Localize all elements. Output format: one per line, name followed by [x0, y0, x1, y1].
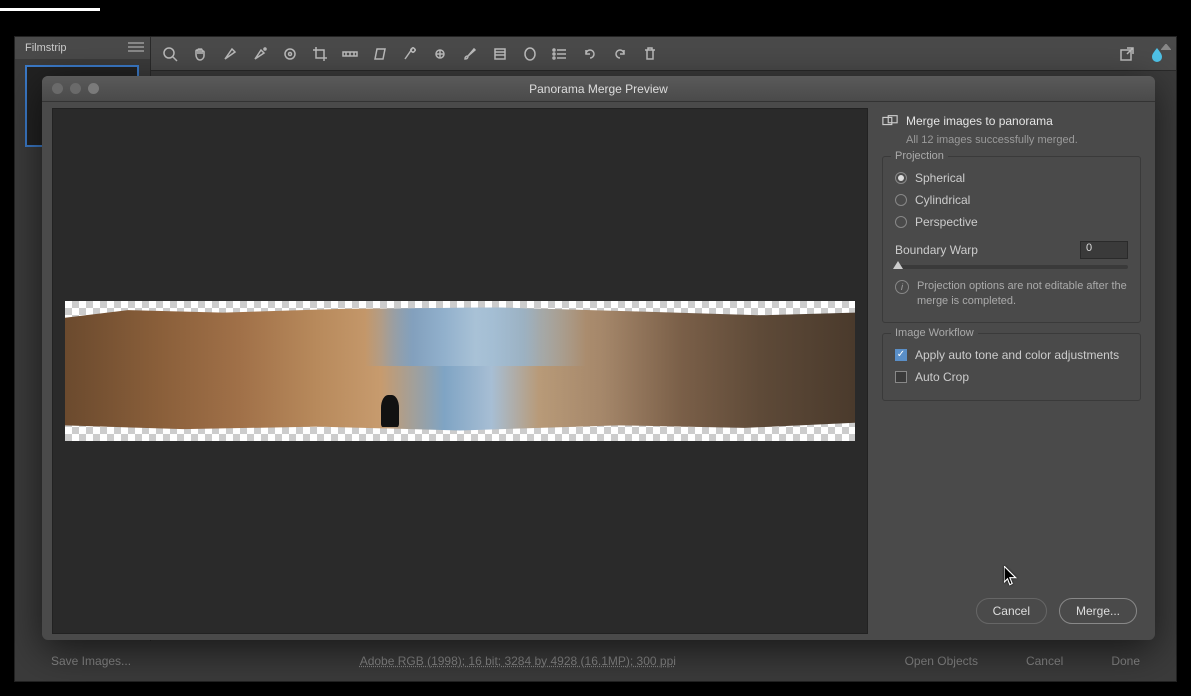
checkbox-icon: [895, 349, 907, 361]
hand-icon[interactable]: [191, 45, 209, 63]
radio-icon: [895, 216, 907, 228]
info-icon: i: [895, 280, 909, 294]
done-button[interactable]: Done: [1099, 648, 1152, 674]
white-balance-icon[interactable]: [221, 45, 239, 63]
projection-spherical[interactable]: Spherical: [895, 167, 1128, 189]
checkbox-icon: [895, 371, 907, 383]
radio-icon: [895, 172, 907, 184]
straighten-icon[interactable]: [341, 45, 359, 63]
radial-filter-icon[interactable]: [521, 45, 539, 63]
merge-options-panel: Merge images to panorama All 12 images s…: [868, 102, 1155, 640]
checkbox-label: Auto Crop: [915, 370, 969, 384]
projection-group: Projection Spherical Cylindrical Perspec…: [882, 156, 1141, 323]
scroll-up-icon[interactable]: [1160, 41, 1172, 53]
panorama-merge-dialog: Panorama Merge Preview Merge images to p…: [42, 76, 1155, 640]
save-images-button[interactable]: Save Images...: [39, 648, 143, 674]
window-controls[interactable]: [52, 83, 99, 94]
open-external-icon[interactable]: [1118, 45, 1136, 63]
zoom-icon[interactable]: [161, 45, 179, 63]
zoom-window-icon[interactable]: [88, 83, 99, 94]
merge-header: Merge images to panorama: [882, 110, 1141, 132]
graduated-filter-icon[interactable]: [491, 45, 509, 63]
spot-removal-icon[interactable]: [401, 45, 419, 63]
dialog-title: Panorama Merge Preview: [42, 82, 1155, 96]
radio-label: Spherical: [915, 171, 965, 185]
close-window-icon[interactable]: [52, 83, 63, 94]
target-adjust-icon[interactable]: [281, 45, 299, 63]
radio-icon: [895, 194, 907, 206]
auto-tone-checkbox[interactable]: Apply auto tone and color adjustments: [895, 344, 1128, 366]
projection-cylindrical[interactable]: Cylindrical: [895, 189, 1128, 211]
merge-header-label: Merge images to panorama: [906, 114, 1053, 128]
filmstrip-header[interactable]: Filmstrip: [15, 37, 150, 59]
boundary-warp-slider[interactable]: [895, 265, 1128, 269]
radio-label: Cylindrical: [915, 193, 970, 207]
filmstrip-menu-icon[interactable]: [128, 42, 144, 54]
projection-info-text: Projection options are not editable afte…: [917, 279, 1128, 310]
workflow-title: Image Workflow: [891, 327, 978, 339]
dialog-cancel-button[interactable]: Cancel: [976, 598, 1047, 624]
preview-canvas[interactable]: [52, 108, 868, 634]
rotate-cw-icon[interactable]: [611, 45, 629, 63]
redeye-icon[interactable]: [431, 45, 449, 63]
panorama-preview-image: [65, 301, 855, 441]
cancel-button[interactable]: Cancel: [1014, 648, 1075, 674]
boundary-warp-label: Boundary Warp: [895, 243, 978, 257]
minimize-window-icon[interactable]: [70, 83, 81, 94]
slider-handle[interactable]: [893, 261, 903, 269]
trash-icon[interactable]: [641, 45, 659, 63]
list-icon[interactable]: [551, 45, 569, 63]
crop-icon[interactable]: [311, 45, 329, 63]
toolbar: [151, 37, 1176, 71]
video-progress: [0, 8, 100, 11]
radio-label: Perspective: [915, 215, 978, 229]
filmstrip-title: Filmstrip: [25, 42, 67, 54]
workflow-group: Image Workflow Apply auto tone and color…: [882, 333, 1141, 401]
color-sampler-icon[interactable]: [251, 45, 269, 63]
projection-title: Projection: [891, 150, 948, 162]
rotate-ccw-icon[interactable]: [581, 45, 599, 63]
status-bar: Save Images... Adobe RGB (1998); 16 bit;…: [15, 641, 1176, 681]
transform-icon[interactable]: [371, 45, 389, 63]
boundary-warp-input[interactable]: 0: [1080, 241, 1128, 259]
dialog-titlebar[interactable]: Panorama Merge Preview: [42, 76, 1155, 102]
adjustment-brush-icon[interactable]: [461, 45, 479, 63]
image-info[interactable]: Adobe RGB (1998); 16 bit; 3284 by 4928 (…: [167, 654, 869, 668]
checkbox-label: Apply auto tone and color adjustments: [915, 348, 1119, 362]
projection-perspective[interactable]: Perspective: [895, 211, 1128, 233]
dialog-merge-button[interactable]: Merge...: [1059, 598, 1137, 624]
auto-crop-checkbox[interactable]: Auto Crop: [895, 366, 1128, 388]
open-objects-button[interactable]: Open Objects: [893, 648, 990, 674]
